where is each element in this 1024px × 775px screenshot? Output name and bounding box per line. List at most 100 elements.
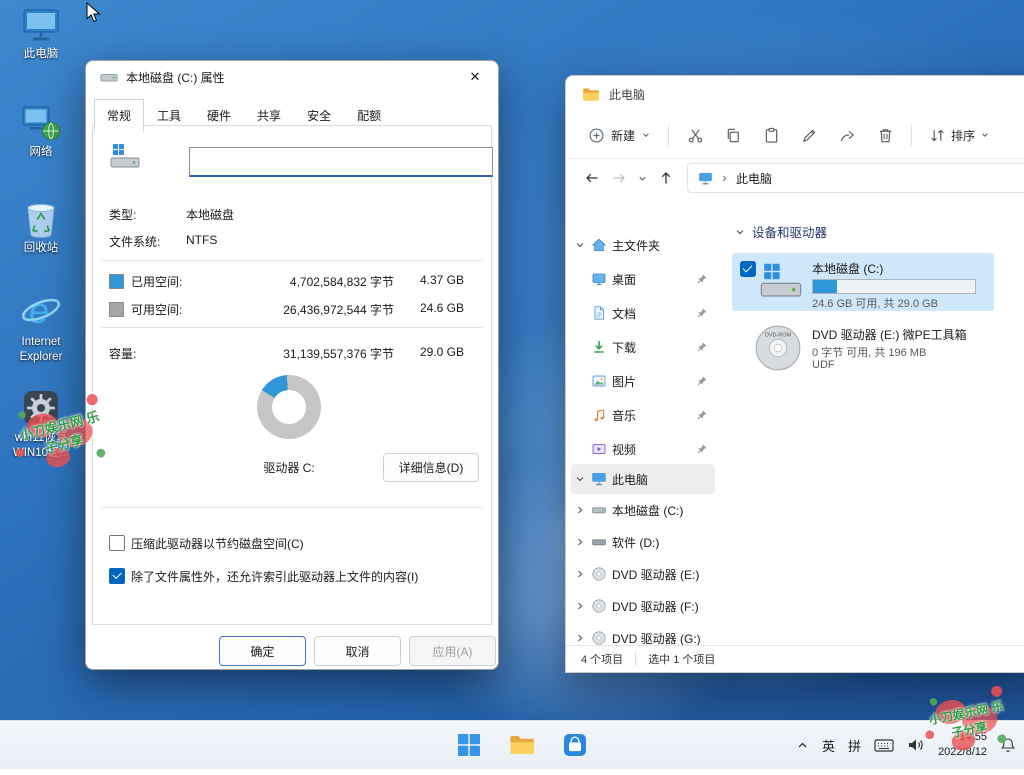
arrow-left-icon: [584, 170, 600, 186]
drive-info: 24.6 GB 可用, 共 29.0 GB: [812, 295, 938, 311]
tray-expand-button[interactable]: [796, 739, 809, 752]
network-icon: [21, 104, 61, 142]
folder-icon: [509, 734, 535, 756]
sidebar-item-dvd-g[interactable]: DVD 驱动器 (G:): [571, 623, 715, 646]
chevron-right-icon: [574, 600, 586, 612]
taskbar-clock[interactable]: 14:55 2022/8/12: [938, 730, 987, 760]
paste-button[interactable]: [754, 120, 788, 150]
desktop-icon-win11-restore[interactable]: win11恢复 WIN10经...: [6, 388, 76, 461]
sidebar-item-drive-d[interactable]: 软件 (D:): [571, 527, 715, 557]
status-selected-count: 选中 1 个项目: [648, 651, 715, 667]
sidebar-item-home[interactable]: 主文件夹: [571, 230, 715, 260]
sidebar-item-documents[interactable]: 文档: [571, 298, 715, 328]
share-button[interactable]: [830, 120, 864, 150]
pin-icon: [696, 341, 708, 353]
explorer-statusbar: 4 个项目 选中 1 个项目: [566, 645, 1024, 672]
explorer-main: 设备和驱动器 本地磁盘 (C:) 24.6 GB 可用, 共 29.0 GB D…: [716, 198, 1024, 646]
mouse-cursor: [86, 2, 101, 23]
item-checkbox[interactable]: [740, 261, 756, 277]
tab-general[interactable]: 常规: [94, 99, 144, 132]
sidebar-item-dvd-e[interactable]: DVD 驱动器 (E:): [571, 559, 715, 589]
explorer-titlebar[interactable]: 此电脑: [566, 76, 1024, 112]
details-button[interactable]: 详细信息(D): [383, 453, 479, 482]
disc-icon: [591, 566, 607, 582]
desktop-icon-network[interactable]: 网络: [6, 104, 76, 160]
notification-center-button[interactable]: [1000, 737, 1016, 753]
section-devices-and-drives[interactable]: 设备和驱动器: [734, 222, 827, 241]
delete-button[interactable]: [868, 120, 902, 150]
separator: [101, 327, 483, 328]
recent-locations-button[interactable]: [632, 165, 652, 192]
ok-button[interactable]: 确定: [219, 636, 306, 666]
sidebar-item-downloads[interactable]: 下载: [571, 332, 715, 362]
index-checkbox-label: 除了文件属性外，还允许索引此驱动器上文件的内容(I): [131, 568, 418, 585]
type-value: 本地磁盘: [186, 206, 234, 223]
desktop-icon-recycle-bin[interactable]: 回收站: [6, 198, 76, 256]
tab-quota[interactable]: 配额: [344, 101, 394, 131]
tab-security[interactable]: 安全: [294, 101, 344, 131]
apply-button[interactable]: 应用(A): [409, 636, 496, 666]
sidebar-item-label: 下载: [612, 339, 636, 356]
close-button[interactable]: ✕: [452, 61, 498, 93]
address-bar[interactable]: 此电脑: [687, 163, 1024, 193]
toolbar-divider: [668, 124, 669, 146]
sidebar-item-music[interactable]: 音乐: [571, 400, 715, 430]
dvd-e-item[interactable]: DVD-ROM DVD 驱动器 (E:) 微PE工具箱 0 字节 可用, 共 1…: [732, 319, 994, 381]
cancel-button[interactable]: 取消: [314, 636, 401, 666]
svg-text:e: e: [29, 290, 49, 331]
taskbar: 英 拼 14:55 2022/8/12: [0, 720, 1024, 769]
type-label: 类型:: [109, 206, 136, 223]
donut-hole: [272, 390, 306, 424]
ime-pinyin-indicator[interactable]: 拼: [848, 736, 861, 755]
dvd-name: DVD 驱动器 (E:) 微PE工具箱: [812, 326, 967, 343]
volume-label-input[interactable]: [189, 147, 493, 177]
sidebar-item-dvd-f[interactable]: DVD 驱动器 (F:): [571, 591, 715, 621]
tab-tools[interactable]: 工具: [144, 101, 194, 131]
index-checkbox[interactable]: [109, 568, 125, 584]
drive-c-item[interactable]: 本地磁盘 (C:) 24.6 GB 可用, 共 29.0 GB: [732, 253, 994, 311]
used-space-size: 4.37 GB: [402, 273, 464, 287]
sidebar-item-pictures[interactable]: 图片: [571, 366, 715, 396]
explorer-app-icon: [582, 87, 600, 102]
chevron-right-icon: [574, 568, 586, 580]
sort-button-label: 排序: [951, 127, 975, 144]
up-button[interactable]: [652, 165, 679, 192]
compress-checkbox[interactable]: [109, 535, 125, 551]
ime-english-indicator[interactable]: 英: [822, 736, 835, 755]
sort-button[interactable]: 排序: [921, 120, 998, 150]
ok-button-label: 确定: [250, 643, 274, 660]
new-button[interactable]: 新建: [580, 120, 659, 150]
rename-icon: [801, 127, 818, 144]
tab-sharing[interactable]: 共享: [244, 101, 294, 131]
pin-icon: [696, 443, 708, 455]
explorer-title: 此电脑: [609, 86, 645, 103]
arrow-up-icon: [658, 170, 674, 186]
cut-button[interactable]: [678, 120, 712, 150]
this-pc-small-icon: [591, 472, 607, 486]
music-icon: [591, 407, 607, 423]
speaker-icon: [907, 737, 925, 753]
sidebar-item-desktop[interactable]: 桌面: [571, 264, 715, 294]
rename-button[interactable]: [792, 120, 826, 150]
dvd-info: 0 字节 可用, 共 196 MB: [812, 344, 926, 360]
desktop-icon-this-pc[interactable]: 此电脑: [6, 8, 76, 62]
back-button[interactable]: [578, 165, 605, 192]
dialog-title: 本地磁盘 (C:) 属性: [126, 69, 225, 86]
desktop-icon-internet-explorer[interactable]: e Internet Explorer: [6, 290, 76, 365]
videos-icon: [591, 441, 607, 457]
touch-keyboard-button[interactable]: [874, 737, 894, 753]
volume-button[interactable]: [907, 737, 925, 753]
start-button[interactable]: [450, 726, 488, 764]
sidebar-item-drive-c[interactable]: 本地磁盘 (C:): [571, 495, 715, 525]
copy-button[interactable]: [716, 120, 750, 150]
toolbar-divider: [911, 124, 912, 146]
capacity-bytes: 31,139,557,376 字节: [236, 345, 394, 362]
sidebar-item-this-pc[interactable]: 此电脑: [571, 464, 715, 494]
trash-icon: [877, 127, 894, 144]
taskbar-file-explorer[interactable]: [503, 726, 541, 764]
sidebar-item-videos[interactable]: 视频: [571, 434, 715, 464]
forward-button[interactable]: [605, 165, 632, 192]
tab-hardware[interactable]: 硬件: [194, 101, 244, 131]
dialog-titlebar[interactable]: 本地磁盘 (C:) 属性: [86, 61, 498, 93]
taskbar-store[interactable]: [556, 726, 594, 764]
